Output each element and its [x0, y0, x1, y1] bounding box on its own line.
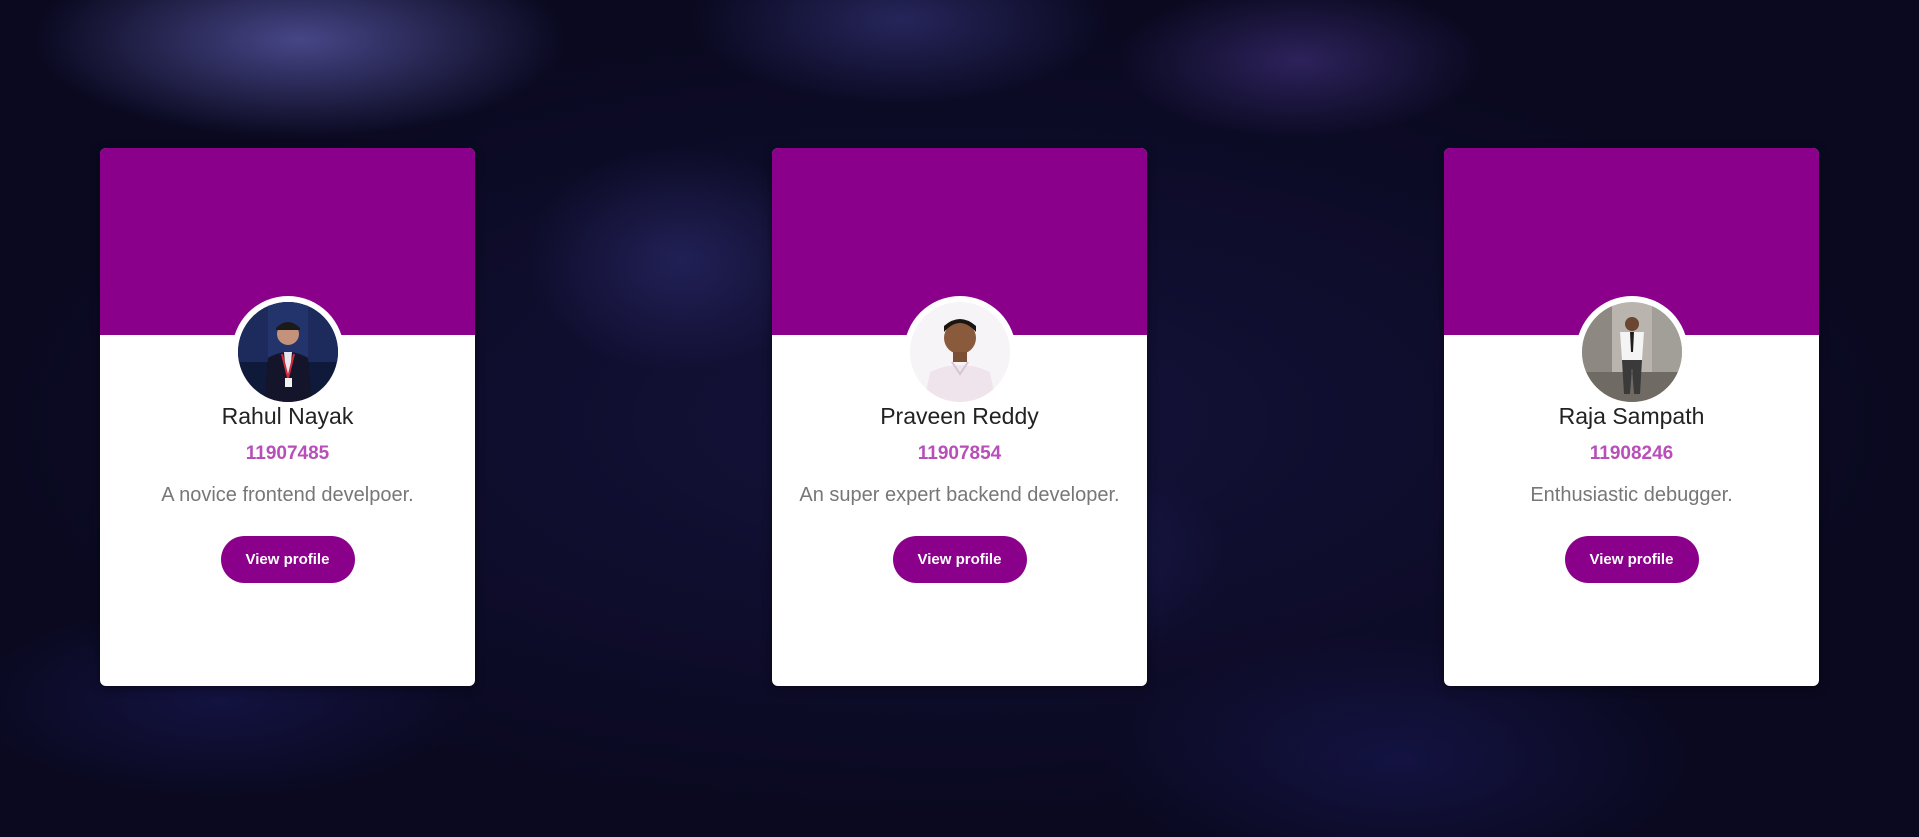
view-profile-button[interactable]: View profile [1564, 536, 1699, 583]
profile-photo-icon [237, 302, 338, 402]
profile-card: Rahul Nayak 11907485 A novice frontend d… [100, 148, 475, 686]
profile-bio: A novice frontend develpoer. [161, 484, 414, 506]
profile-id: 11907854 [917, 443, 1002, 464]
profile-id: 11907485 [245, 443, 330, 464]
profile-card: Praveen Reddy 11907854 An super expert b… [772, 148, 1147, 686]
profile-photo-icon [909, 302, 1010, 402]
view-profile-button[interactable]: View profile [220, 536, 355, 583]
profile-photo-icon [1581, 302, 1682, 402]
avatar [1575, 296, 1688, 408]
profile-name: Raja Sampath [1558, 403, 1705, 429]
profile-name: Praveen Reddy [880, 403, 1039, 429]
profile-bio: An super expert backend developer. [799, 484, 1120, 506]
view-profile-button[interactable]: View profile [892, 536, 1027, 583]
profile-bio: Enthusiastic debugger. [1530, 484, 1733, 506]
avatar [231, 296, 344, 408]
avatar [903, 296, 1016, 408]
profile-id: 11908246 [1589, 443, 1674, 464]
profile-card: Raja Sampath 11908246 Enthusiastic debug… [1444, 148, 1819, 686]
profile-name: Rahul Nayak [221, 403, 354, 429]
